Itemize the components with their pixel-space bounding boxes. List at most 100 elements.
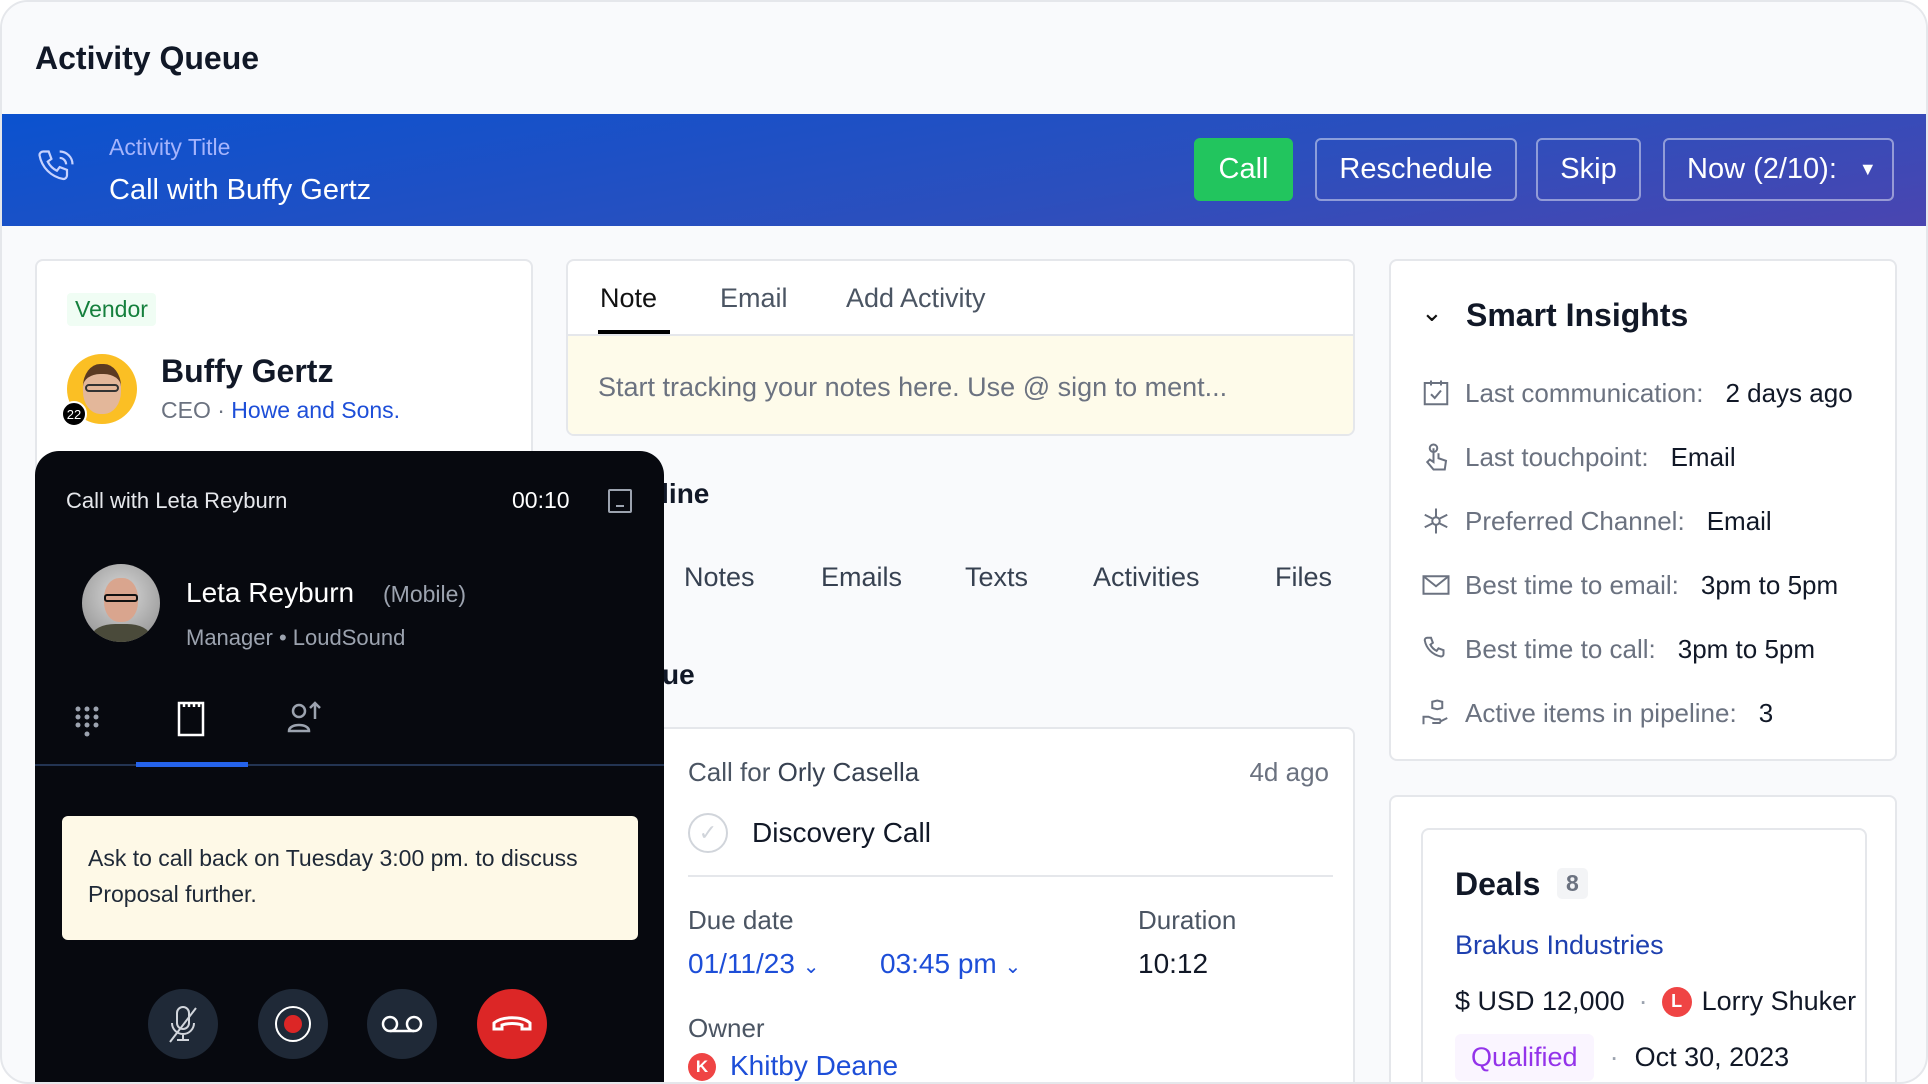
tab-note[interactable]: Note <box>600 283 657 314</box>
insight-value: 3 <box>1758 697 1774 728</box>
insight-row: Active items in pipeline: 3 <box>1421 696 1773 730</box>
company-link[interactable]: Howe and Sons. <box>231 397 400 423</box>
minimize-icon[interactable] <box>608 489 632 513</box>
activity-title-label: Activity Title <box>109 134 231 160</box>
deals-heading: Deals <box>1455 866 1541 902</box>
chevron-down-icon: ⌄ <box>1004 956 1022 978</box>
mute-button[interactable] <box>148 989 218 1059</box>
deals-card: Deals 8 Brakus Industries $ USD 12,000 ·… <box>1421 828 1867 1082</box>
deals-outer-card: Deals 8 Brakus Industries $ USD 12,000 ·… <box>1389 795 1897 1082</box>
network-icon <box>1424 508 1448 534</box>
insight-label: Active items in pipeline: <box>1465 697 1737 728</box>
tab-divider <box>35 764 664 766</box>
owner-link[interactable]: Khitby Deane <box>730 1050 898 1082</box>
caller-name: Leta Reyburn <box>186 577 355 608</box>
insight-row: Last touchpoint: Email <box>1421 440 1736 474</box>
pipeline-tab-files[interactable]: Files <box>1275 562 1332 593</box>
record-button[interactable] <box>258 989 328 1059</box>
activity-title: Discovery Call <box>752 817 931 848</box>
insight-row: Last communication: 2 days ago <box>1421 376 1853 410</box>
mail-icon <box>1422 575 1450 595</box>
activity-card: Call for Orly Casella 4d ago ✓ Discovery… <box>642 727 1355 1082</box>
caller-company: LoudSound <box>292 625 406 650</box>
dialpad-icon[interactable] <box>74 705 100 739</box>
due-time-select[interactable]: 03:45 pm ⌄ <box>880 948 1021 980</box>
caller-role: Manager <box>186 625 273 650</box>
record-icon <box>275 1006 311 1042</box>
insight-value: Email <box>1706 505 1772 536</box>
due-date-label: Due date <box>688 905 794 935</box>
activity-title: Call with Buffy Gertz <box>109 174 372 206</box>
transfer-icon[interactable] <box>286 699 322 735</box>
activity-time-ago: 4d ago <box>1249 757 1329 787</box>
deal-stage-badge: Qualified <box>1455 1034 1594 1081</box>
owner-avatar: K <box>688 1053 716 1081</box>
chevron-down-icon: ⌄ <box>802 956 820 978</box>
hangup-button[interactable] <box>477 989 547 1059</box>
call-widget-title: Call with Leta Reyburn <box>66 488 288 513</box>
call-timer: 00:10 <box>512 487 570 513</box>
hangup-icon <box>492 1016 532 1031</box>
deal-company-link[interactable]: Brakus Industries <box>1455 930 1664 961</box>
deal-owner-avatar: L <box>1661 986 1692 1017</box>
divider <box>688 875 1333 877</box>
insight-value: 3pm to 5pm <box>1700 569 1839 600</box>
calendar-check-icon <box>1423 380 1449 406</box>
note-input[interactable]: Start tracking your notes here. Use @ si… <box>568 334 1353 434</box>
queue-dropdown[interactable]: Now (2/10): ▼ <box>1663 138 1894 201</box>
voicemail-button[interactable] <box>367 989 437 1059</box>
pipeline-tab-activities[interactable]: Activities <box>1093 562 1200 593</box>
deal-owner: Lorry Shuker <box>1701 986 1857 1016</box>
phone-icon <box>1423 636 1445 658</box>
call-button[interactable]: Call <box>1194 138 1293 201</box>
insight-row: Best time to email: 3pm to 5pm <box>1421 568 1838 602</box>
insight-row: Best time to call: 3pm to 5pm <box>1421 632 1815 666</box>
page-header: Activity Queue <box>2 2 1926 114</box>
notes-icon[interactable] <box>177 701 205 737</box>
insight-row: Preferred Channel: Email <box>1421 504 1772 538</box>
insight-label: Last communication: <box>1465 377 1704 408</box>
owner-label: Owner <box>688 1013 765 1043</box>
page-title: Activity Queue <box>35 40 260 76</box>
queue-label: Now (2/10): <box>1687 153 1837 185</box>
skip-button[interactable]: Skip <box>1536 138 1641 201</box>
due-date-value: 01/11/23 <box>688 948 795 979</box>
collapse-chevron-icon[interactable]: ⌄ <box>1421 297 1443 328</box>
avatar-count-badge: 22 <box>61 401 87 427</box>
insight-label: Last touchpoint: <box>1465 441 1649 472</box>
phone-ringing-icon <box>38 150 74 181</box>
voicemail-icon <box>381 1015 423 1033</box>
tab-email[interactable]: Email <box>720 283 788 314</box>
vendor-badge: Vendor <box>67 293 156 326</box>
app-window: Activity Queue Activity Title Call with … <box>0 0 1928 1084</box>
note-placeholder: Start tracking your notes here. Use @ si… <box>598 372 1228 402</box>
insight-label: Preferred Channel: <box>1465 505 1685 536</box>
contact-name[interactable]: Buffy Gertz <box>161 353 333 390</box>
call-widget: Call with Leta Reyburn 00:10 Leta Reybur… <box>35 451 664 1082</box>
complete-checkbox[interactable]: ✓ <box>688 813 728 853</box>
smart-insights-heading: Smart Insights <box>1466 297 1689 333</box>
separator-dot: · <box>1609 1042 1619 1072</box>
activity-banner: Activity Title Call with Buffy Gertz Cal… <box>2 114 1926 226</box>
due-time-value: 03:45 pm <box>880 948 997 979</box>
insight-label: Best time to email: <box>1465 569 1679 600</box>
active-tab-indicator <box>136 762 248 767</box>
insight-label: Best time to call: <box>1465 633 1656 664</box>
contact-role: CEO <box>161 397 211 423</box>
tab-add-activity[interactable]: Add Activity <box>846 283 986 314</box>
section-heading: ue <box>662 659 695 690</box>
note-card: Note Email Add Activity Start tracking y… <box>566 259 1355 436</box>
pipeline-tab-emails[interactable]: Emails <box>821 562 902 593</box>
insight-value: 3pm to 5pm <box>1677 633 1816 664</box>
reschedule-button[interactable]: Reschedule <box>1315 138 1517 201</box>
due-date-select[interactable]: 01/11/23 ⌄ <box>688 948 819 980</box>
caller-phone-type: (Mobile) <box>383 581 467 607</box>
pipeline-tab-notes[interactable]: Notes <box>684 562 755 593</box>
call-note[interactable]: Ask to call back on Tuesday 3:00 pm. to … <box>62 816 638 940</box>
caret-down-icon: ▼ <box>1858 159 1877 179</box>
touch-icon <box>1425 443 1448 471</box>
pipeline-tab-texts[interactable]: Texts <box>965 562 1028 593</box>
separator-dot: · <box>1638 986 1648 1016</box>
activity-person[interactable]: Orly Casella <box>778 757 920 787</box>
insight-value: 2 days ago <box>1725 377 1853 408</box>
